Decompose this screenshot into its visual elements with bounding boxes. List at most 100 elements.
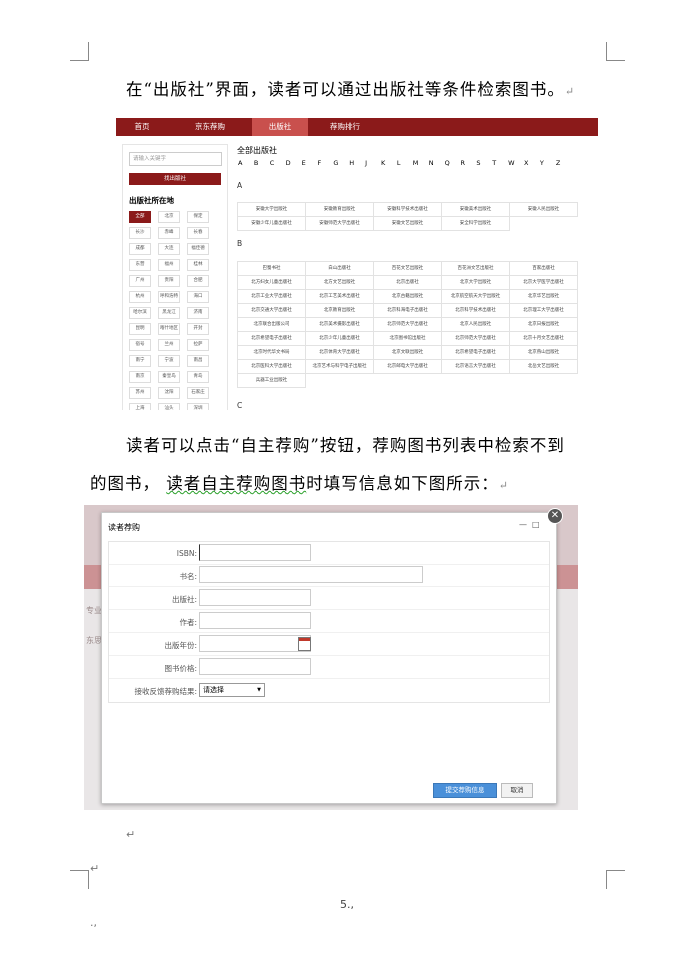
publisher-item[interactable]: 北岳文艺出版社 xyxy=(509,359,578,374)
city-filter-item[interactable]: 沈阳 xyxy=(158,387,180,399)
maximize-icon[interactable]: □ xyxy=(532,520,540,529)
year-input[interactable] xyxy=(199,635,311,652)
city-filter-item[interactable]: 贵阳 xyxy=(158,275,180,287)
publisher-item[interactable]: 安徽文艺出版社 xyxy=(373,216,442,231)
publisher-item[interactable]: 北方妇女儿童出版社 xyxy=(237,275,306,290)
city-filter-item[interactable]: 全部 xyxy=(129,211,151,223)
city-filter-item[interactable]: 杭州 xyxy=(129,291,151,303)
city-filter-item[interactable]: 黑龙江 xyxy=(158,307,180,319)
city-filter-item[interactable]: 兰州 xyxy=(158,339,180,351)
letter-link[interactable]: Y xyxy=(540,159,556,167)
publisher-item[interactable]: 兵器工业出版社 xyxy=(237,373,306,388)
city-filter-item[interactable]: 福佳德 xyxy=(187,243,209,255)
city-filter-item[interactable]: 昆明 xyxy=(129,323,151,335)
letter-link[interactable]: C xyxy=(270,159,286,167)
publisher-item[interactable]: 北京工艺美术出版社 xyxy=(305,289,374,304)
publisher-item[interactable]: 北京大学医学出版社 xyxy=(509,275,578,290)
publisher-item[interactable]: 北京联合出版公司 xyxy=(237,317,306,332)
publisher-item[interactable]: 北京古籍出版社 xyxy=(373,289,442,304)
publisher-item[interactable]: 百家出版社 xyxy=(509,261,578,276)
publisher-item[interactable]: 北京语言大学出版社 xyxy=(441,359,510,374)
city-filter-item[interactable]: 青岛 xyxy=(187,371,209,383)
publisher-search-input[interactable]: 请输入关键字 xyxy=(129,152,222,166)
city-filter-item[interactable]: 石家庄 xyxy=(187,387,209,399)
city-filter-item[interactable]: 秦皇岛 xyxy=(158,371,180,383)
publisher-item[interactable]: 安徽大学出版社 xyxy=(237,202,306,217)
publisher-item[interactable]: 百花洲文艺出版社 xyxy=(441,261,510,276)
letter-link[interactable]: L xyxy=(397,159,413,167)
publisher-item[interactable]: 北京大学出版社 xyxy=(441,275,510,290)
publisher-item[interactable]: 安徽美术出版社 xyxy=(441,202,510,217)
city-filter-item[interactable]: 宁波 xyxy=(158,355,180,367)
letter-link[interactable]: N xyxy=(429,159,445,167)
publisher-item[interactable]: 北京希望电子出版社 xyxy=(441,345,510,360)
letter-link[interactable]: J xyxy=(365,159,381,167)
city-filter-item[interactable]: 福州 xyxy=(158,259,180,271)
letter-link[interactable]: X xyxy=(524,159,540,167)
publisher-item[interactable]: 北京少年儿童出版社 xyxy=(305,331,374,346)
letter-link[interactable]: T xyxy=(492,159,508,167)
cancel-button[interactable]: 取消 xyxy=(501,783,533,798)
nav-jd-recommend[interactable]: 京东荐购 xyxy=(168,118,252,136)
city-filter-item[interactable]: 长春 xyxy=(187,227,209,239)
publisher-item[interactable]: 北京体育大学出版社 xyxy=(305,345,374,360)
city-filter-item[interactable]: 海口 xyxy=(187,291,209,303)
city-filter-item[interactable]: 开封 xyxy=(187,323,209,335)
publisher-item[interactable]: 安徽师范大学出版社 xyxy=(305,216,374,231)
publisher-item[interactable]: 安徽教育出版社 xyxy=(305,202,374,217)
find-publisher-button[interactable]: 找出版社 xyxy=(129,173,221,185)
price-input[interactable] xyxy=(199,658,311,675)
submit-recommend-button[interactable]: 提交荐购信息 xyxy=(433,783,497,798)
publisher-item[interactable]: 北京出版社 xyxy=(373,275,442,290)
city-filter-item[interactable]: 成都 xyxy=(129,243,151,255)
publisher-item[interactable]: 北京师范大学出版社 xyxy=(373,317,442,332)
city-filter-item[interactable]: 南京 xyxy=(129,371,151,383)
city-filter-item[interactable]: 合肥 xyxy=(187,275,209,287)
city-filter-item[interactable]: 上海 xyxy=(129,403,151,410)
letter-link[interactable]: R xyxy=(460,159,476,167)
publisher-item[interactable]: 北京时代华文书局 xyxy=(237,345,306,360)
city-filter-item[interactable]: 汕头 xyxy=(158,403,180,410)
letter-link[interactable]: W xyxy=(508,159,524,167)
publisher-item[interactable]: 北方文艺出版社 xyxy=(305,275,374,290)
publisher-item[interactable]: 北京科海电子出版社 xyxy=(373,303,442,318)
calendar-icon[interactable] xyxy=(298,637,311,651)
city-filter-item[interactable]: 南宁 xyxy=(129,355,151,367)
letter-link[interactable]: D xyxy=(286,159,302,167)
city-filter-item[interactable]: 桂林 xyxy=(187,259,209,271)
publisher-item[interactable]: 安徽人民出版社 xyxy=(509,202,578,217)
publisher-item[interactable]: 安全科学出版社 xyxy=(441,216,510,231)
city-filter-item[interactable]: 苏州 xyxy=(129,387,151,399)
letter-link[interactable]: A xyxy=(238,159,254,167)
publisher-item[interactable]: 北京师范大学出版社 xyxy=(441,331,510,346)
title-input[interactable] xyxy=(199,566,423,583)
publisher-item[interactable]: 北京美术摄影出版社 xyxy=(305,317,374,332)
city-filter-item[interactable]: 广州 xyxy=(129,275,151,287)
city-filter-item[interactable]: 北京 xyxy=(158,211,180,223)
city-filter-item[interactable]: 拉萨 xyxy=(187,339,209,351)
publisher-item[interactable]: 白山出版社 xyxy=(305,261,374,276)
nav-home[interactable]: 首页 xyxy=(116,118,168,136)
publisher-item[interactable]: 巴蜀书社 xyxy=(237,261,306,276)
nav-publisher[interactable]: 出版社 xyxy=(252,118,308,136)
publisher-item[interactable]: 安徽科学技术出版社 xyxy=(373,202,442,217)
publisher-item[interactable]: 百花文艺出版社 xyxy=(373,261,442,276)
isbn-input[interactable] xyxy=(199,544,311,561)
publisher-item[interactable]: 北京邮电大学出版社 xyxy=(373,359,442,374)
publisher-item[interactable]: 北京燕山出版社 xyxy=(509,345,578,360)
letter-link[interactable]: Q xyxy=(445,159,461,167)
publisher-item[interactable]: 安徽少年儿童出版社 xyxy=(237,216,306,231)
city-filter-item[interactable]: 宿号 xyxy=(129,339,151,351)
minimize-icon[interactable]: — xyxy=(519,520,527,529)
publisher-input[interactable] xyxy=(199,589,311,606)
publisher-item[interactable]: 北京艺术与科学电子出版社 xyxy=(305,359,374,374)
publisher-item[interactable]: 北京图书馆出版社 xyxy=(373,331,442,346)
letter-link[interactable]: G xyxy=(333,159,349,167)
letter-link[interactable]: K xyxy=(381,159,397,167)
publisher-item[interactable]: 北京希望电子出版社 xyxy=(237,331,306,346)
publisher-item[interactable]: 北京科学技术出版社 xyxy=(441,303,510,318)
city-filter-item[interactable]: 大连 xyxy=(158,243,180,255)
feedback-select[interactable]: 请选择 ▼ xyxy=(199,683,265,697)
city-filter-item[interactable]: 喀什地区 xyxy=(158,323,180,335)
letter-link[interactable]: B xyxy=(254,159,270,167)
